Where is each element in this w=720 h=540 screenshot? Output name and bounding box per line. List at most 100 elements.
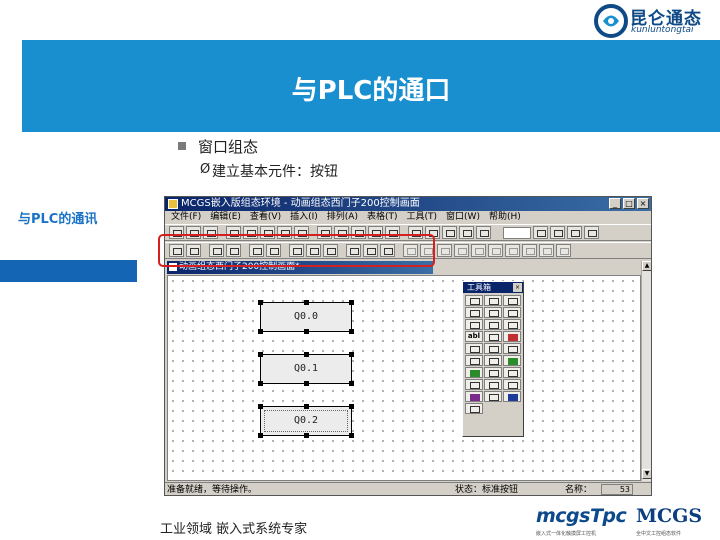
unlock-icon[interactable] <box>488 244 503 257</box>
menu-help[interactable]: 帮助(H) <box>489 211 521 224</box>
line-tool-icon[interactable] <box>484 295 502 306</box>
pointer-tool-icon[interactable] <box>465 295 483 306</box>
flip-icon[interactable] <box>454 244 469 257</box>
lock-icon[interactable] <box>471 244 486 257</box>
mcgs-logo-subtext: 全中文工控组态软件 <box>636 531 682 537</box>
line-color-icon[interactable] <box>550 226 565 239</box>
sub-bullet-text: 建立基本元件：按钮 <box>212 164 338 180</box>
color-icon[interactable] <box>533 226 548 239</box>
resize-handle[interactable] <box>258 381 263 386</box>
resize-handle[interactable] <box>349 381 354 386</box>
check-icon[interactable] <box>459 226 474 239</box>
resize-handle[interactable] <box>349 300 354 305</box>
resize-handle[interactable] <box>304 433 309 438</box>
label-tool-icon[interactable]: abl <box>465 331 483 342</box>
fill-color-icon[interactable] <box>567 226 582 239</box>
menu-file[interactable]: 文件(F) <box>171 211 201 224</box>
help-icon[interactable] <box>476 226 491 239</box>
rotary-tool-icon[interactable] <box>465 355 483 366</box>
font-icon[interactable] <box>584 226 599 239</box>
rectangle-tool-icon[interactable] <box>465 307 483 318</box>
mcgs-logo-text: MCGS <box>636 505 703 527</box>
status-bar: 准备就绪，等待操作。 状态：标准按钮 名称： 53 <box>165 482 651 495</box>
frame-tool-icon[interactable] <box>465 403 483 414</box>
toolbox-titlebar[interactable]: 工具箱 × <box>463 282 523 293</box>
app-icon <box>168 199 178 209</box>
menu-bar: 文件(F) 编辑(E) 查看(V) 插入(I) 排列(A) 表格(T) 工具(T… <box>165 211 651 224</box>
switch-tool-icon[interactable] <box>503 355 521 366</box>
even-icon[interactable] <box>556 244 571 257</box>
standard-button-q02[interactable]: Q0.2 <box>258 404 354 438</box>
menu-window[interactable]: 窗口(W) <box>446 211 480 224</box>
bitmap-tool-icon[interactable] <box>503 319 521 330</box>
font-size-select[interactable] <box>503 226 531 239</box>
resize-handle[interactable] <box>258 404 263 409</box>
design-canvas[interactable]: Q0.0 Q0.1 Q0.2 <box>167 275 641 481</box>
combo-tool-icon[interactable] <box>465 391 483 402</box>
mcgs-logo: MCGS 全中文工控组态软件 <box>636 505 716 539</box>
resize-handle[interactable] <box>258 300 263 305</box>
menu-tools[interactable]: 工具(T) <box>407 211 438 224</box>
vertical-scrollbar[interactable]: ▲ ▼ <box>641 261 651 481</box>
run-icon[interactable] <box>442 226 457 239</box>
resize-handle[interactable] <box>258 352 263 357</box>
list-tool-icon[interactable] <box>484 391 502 402</box>
menu-insert[interactable]: 插入(I) <box>290 211 318 224</box>
slider-tool-icon[interactable] <box>503 343 521 354</box>
close-button[interactable]: × <box>637 198 649 209</box>
menu-table[interactable]: 表格(T) <box>367 211 398 224</box>
mcgstpc-logo-text: mcgsTpc <box>536 505 627 527</box>
resize-handle[interactable] <box>304 352 309 357</box>
resize-handle[interactable] <box>258 433 263 438</box>
polygon-tool-icon[interactable] <box>465 319 483 330</box>
resize-handle[interactable] <box>304 329 309 334</box>
arc-tool-icon[interactable] <box>503 295 521 306</box>
ellipse-tool-icon[interactable] <box>503 307 521 318</box>
curve-tool-icon[interactable] <box>484 367 502 378</box>
resize-handle[interactable] <box>349 352 354 357</box>
kunlun-logo: 昆仑通态 kunluntongtai <box>594 4 720 38</box>
triangle-tool-icon[interactable] <box>484 319 502 330</box>
scroll-down-icon[interactable]: ▼ <box>642 469 651 479</box>
mcgstpc-logo-subtext: 嵌入式一体化触摸屏工控机 <box>536 531 597 537</box>
resize-handle[interactable] <box>349 329 354 334</box>
resize-handle[interactable] <box>349 404 354 409</box>
maximize-button[interactable]: □ <box>623 198 635 209</box>
button-label: Q0.0 <box>293 311 319 322</box>
alarm-tool-icon[interactable] <box>503 367 521 378</box>
resize-handle[interactable] <box>349 433 354 438</box>
grid-tool-icon[interactable] <box>484 379 502 390</box>
status-name: 名称： <box>565 485 593 495</box>
title-banner: 与PLC的通口 <box>22 40 720 132</box>
menu-edit[interactable]: 编辑(E) <box>210 211 241 224</box>
menu-arrange[interactable]: 排列(A) <box>327 211 358 224</box>
standard-button-q00[interactable]: Q0.0 <box>258 300 354 334</box>
standard-button-q01[interactable]: Q0.1 <box>258 352 354 386</box>
merge-icon[interactable] <box>505 244 520 257</box>
flow-tool-icon[interactable] <box>484 331 502 342</box>
window-titlebar[interactable]: MCGS嵌入版组态环境 - 动画组态西门子200控制画面 _ □ × <box>165 197 651 211</box>
resize-handle[interactable] <box>258 329 263 334</box>
toolbox-close-icon[interactable]: × <box>513 283 522 292</box>
trend-tool-icon[interactable] <box>465 367 483 378</box>
scroll-up-icon[interactable]: ▲ <box>642 261 651 271</box>
bar-tool-icon[interactable] <box>484 343 502 354</box>
meter-tool-icon[interactable] <box>484 355 502 366</box>
input-tool-icon[interactable] <box>465 343 483 354</box>
button-label: Q0.1 <box>293 363 319 374</box>
menu-view[interactable]: 查看(V) <box>250 211 281 224</box>
resize-handle[interactable] <box>304 381 309 386</box>
standard-button-tool-icon[interactable] <box>503 331 521 342</box>
resize-handle[interactable] <box>304 404 309 409</box>
table-tool-icon[interactable] <box>465 379 483 390</box>
toolbox-grid: abl <box>465 295 521 414</box>
fit-icon[interactable] <box>539 244 554 257</box>
split-icon[interactable] <box>522 244 537 257</box>
round-rect-tool-icon[interactable] <box>484 307 502 318</box>
report-tool-icon[interactable] <box>503 379 521 390</box>
rotate-icon[interactable] <box>437 244 452 257</box>
resize-handle[interactable] <box>304 300 309 305</box>
section-accent-bar <box>0 260 137 282</box>
chart-tool-icon[interactable] <box>503 391 521 402</box>
minimize-button[interactable]: _ <box>609 198 621 209</box>
